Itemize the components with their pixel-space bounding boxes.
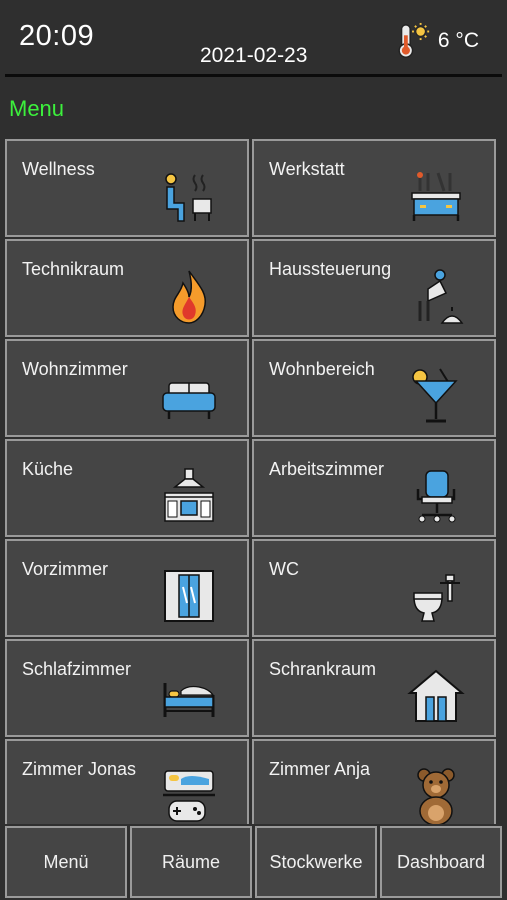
office-chair-icon xyxy=(416,470,456,523)
menu-heading: Menu xyxy=(9,96,65,121)
wardrobe-icon xyxy=(164,570,214,622)
bed-icon xyxy=(163,683,215,717)
tile-haussteuerung[interactable]: Haussteuerung xyxy=(252,239,496,337)
tile-label: Schrankraum xyxy=(269,659,377,679)
tile-wohnzimmer[interactable]: Wohnzimmer xyxy=(5,339,249,437)
tile-label: Wohnbereich xyxy=(269,359,375,379)
tile-wc[interactable]: WC xyxy=(252,539,496,637)
tile-vorzimmer[interactable]: Vorzimmer xyxy=(5,539,249,637)
tile-werkstatt[interactable]: Werkstatt xyxy=(252,139,496,237)
tab-dashboard[interactable]: Dashboard xyxy=(380,826,502,898)
status-bar: 20:09 2021-02-23 6 °C xyxy=(0,0,507,78)
tile-schrankraum[interactable]: Schrankraum xyxy=(252,639,496,737)
lamp-person-icon xyxy=(418,269,464,324)
tile-label: Werkstatt xyxy=(269,159,345,179)
tile-label: Zimmer Jonas xyxy=(22,759,137,779)
tile-label: Wellness xyxy=(22,159,95,179)
thermometer-sun-icon xyxy=(398,22,430,58)
toilet-icon xyxy=(413,574,460,622)
temperature: 6 °C xyxy=(437,29,479,52)
flame-icon xyxy=(172,270,207,324)
weather: 6 °C xyxy=(394,22,479,60)
tile-label: Zimmer Anja xyxy=(269,759,371,779)
tile-label: Vorzimmer xyxy=(22,559,109,579)
tile-zimmer-jonas[interactable]: Zimmer Jonas xyxy=(5,739,249,824)
tile-technikraum[interactable]: Technikraum xyxy=(5,239,249,337)
sofa-icon xyxy=(162,382,216,419)
tile-label: Küche xyxy=(22,459,74,479)
tile-wellness[interactable]: Wellness xyxy=(5,139,249,237)
sauna-icon xyxy=(165,173,212,222)
header-divider xyxy=(5,74,502,77)
teddy-bear-icon xyxy=(417,768,455,824)
room-grid: Wellness Werkstatt Technikraum Haussteue… xyxy=(5,139,502,824)
kid-bed-gamepad-icon xyxy=(163,770,215,822)
tile-kueche[interactable]: Küche xyxy=(5,439,249,537)
tile-schlafzimmer[interactable]: Schlafzimmer xyxy=(5,639,249,737)
tile-wohnbereich[interactable]: Wohnbereich xyxy=(252,339,496,437)
tile-label: WC xyxy=(269,559,299,579)
tab-rooms[interactable]: Räume xyxy=(130,826,252,898)
cocktail-icon xyxy=(412,368,458,423)
house-icon xyxy=(407,669,465,722)
tile-zimmer-anja[interactable]: Zimmer Anja xyxy=(252,739,496,824)
tile-arbeitszimmer[interactable]: Arbeitszimmer xyxy=(252,439,496,537)
kitchen-icon xyxy=(164,468,214,522)
bottom-tab-bar: Menü Räume Stockwerke Dashboard xyxy=(5,826,502,898)
tile-label: Haussteuerung xyxy=(269,259,392,279)
tile-label: Technikraum xyxy=(22,259,125,279)
tile-label: Wohnzimmer xyxy=(22,359,128,379)
tab-menu[interactable]: Menü xyxy=(5,826,127,898)
tab-floors[interactable]: Stockwerke xyxy=(255,826,377,898)
clock: 20:09 xyxy=(19,20,95,52)
date: 2021-02-23 xyxy=(200,44,308,67)
workbench-icon xyxy=(411,172,461,221)
tile-label: Arbeitszimmer xyxy=(269,459,385,479)
tile-label: Schlafzimmer xyxy=(22,659,132,679)
